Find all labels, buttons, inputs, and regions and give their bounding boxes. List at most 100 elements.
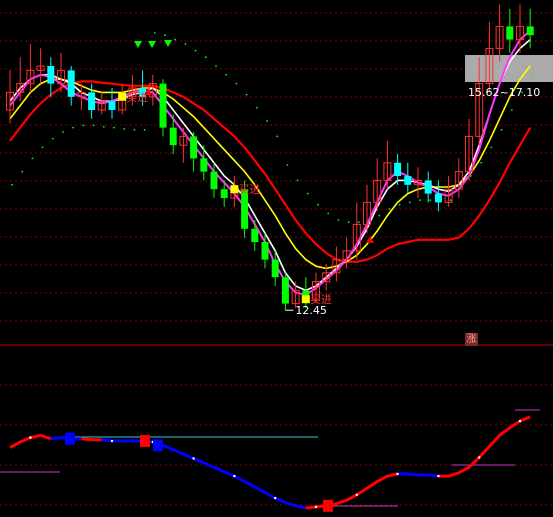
- sar-dot: [51, 137, 54, 140]
- sar-dot: [398, 203, 401, 206]
- sar-dot: [378, 214, 381, 217]
- sar-dot: [255, 106, 258, 109]
- sar-dot: [72, 126, 75, 129]
- sar-dot: [531, 73, 534, 76]
- sar-dot: [500, 128, 503, 131]
- chart-canvas: 买进 买进 买进 12.45 15.62~17.10 涨: [0, 0, 553, 517]
- sar-dot: [449, 199, 452, 202]
- indicator-dot: [518, 419, 522, 423]
- sar-dot: [225, 73, 228, 76]
- candle-body: [108, 101, 116, 110]
- buy-label: 买进: [238, 183, 260, 196]
- candle-body: [404, 176, 412, 185]
- candle-body: [434, 193, 442, 203]
- sar-dot: [204, 56, 207, 59]
- candle-body: [394, 162, 402, 176]
- sar-dot: [133, 128, 136, 131]
- sar-dot: [286, 164, 289, 166]
- sar-dot: [62, 131, 64, 133]
- buy-label: 买进: [126, 91, 148, 104]
- sar-dot: [296, 179, 299, 182]
- sar-dot: [480, 161, 483, 164]
- candle-body: [251, 228, 259, 242]
- indicator-dot: [274, 496, 277, 500]
- range-label: 15.62~17.10: [468, 86, 540, 99]
- ma-magenta-line: [9, 30, 531, 296]
- candle-body: [88, 92, 96, 110]
- sar-dot: [153, 32, 156, 34]
- candle-body: [67, 70, 75, 97]
- indicator-block: [140, 434, 150, 447]
- indicator-block: [65, 432, 75, 445]
- candle-body: [220, 189, 228, 198]
- sar-dot: [194, 49, 197, 52]
- sar-dot: [92, 124, 95, 127]
- indicator-dot: [396, 472, 399, 476]
- candle-body: [281, 277, 289, 304]
- sar-dot: [429, 199, 432, 202]
- sar-dot: [347, 221, 350, 224]
- buy-marker: [301, 295, 310, 304]
- indicator-segment: [438, 415, 531, 478]
- sar-dot: [113, 126, 115, 129]
- sar-dot: [184, 43, 187, 45]
- candle-body: [506, 26, 514, 40]
- sar-dot: [317, 203, 319, 206]
- indicator-segment: [81, 437, 102, 442]
- candle-body: [47, 66, 55, 84]
- sar-dot: [327, 212, 330, 215]
- sar-dot: [11, 183, 13, 186]
- candle-body: [424, 180, 432, 194]
- candle-body: [210, 171, 218, 190]
- signal-triangle: [148, 41, 156, 48]
- indicator-dot: [110, 439, 114, 443]
- sar-dot: [143, 128, 146, 131]
- sar-dot: [21, 170, 24, 173]
- buy-marker: [118, 92, 127, 101]
- indicator-block: [153, 439, 163, 452]
- ma-red-line: [9, 80, 532, 263]
- candle-body: [159, 83, 167, 128]
- sar-dot: [215, 65, 217, 67]
- sar-dot: [235, 82, 238, 85]
- sar-dot: [388, 208, 391, 210]
- sar-dot: [419, 199, 421, 202]
- sar-dot: [357, 221, 360, 224]
- sar-dot: [266, 120, 268, 122]
- sar-dot: [490, 146, 493, 149]
- indicator-segment: [397, 472, 439, 478]
- indicator-dot: [29, 436, 32, 439]
- candle-body: [190, 136, 198, 159]
- buy-marker: [230, 185, 239, 194]
- candle-body: [261, 242, 269, 260]
- sar-dot: [306, 192, 309, 195]
- kline-chart: 买进买进买进12.4515.62~17.10: [0, 4, 553, 512]
- indicator-dot: [437, 474, 440, 478]
- candle-body: [526, 26, 534, 36]
- signal-triangle: [164, 40, 172, 47]
- indicator-block: [323, 499, 333, 512]
- sar-dot: [276, 135, 279, 138]
- indicator-dot: [314, 505, 318, 509]
- indicator-segment: [305, 472, 398, 510]
- sar-dot: [102, 125, 105, 128]
- indicator-dot: [478, 456, 481, 459]
- sar-dot: [31, 157, 34, 160]
- sar-dot: [337, 219, 340, 221]
- indicator-dot: [355, 493, 358, 496]
- low-price-label: 12.45: [295, 304, 327, 317]
- indicator-dot: [192, 457, 195, 460]
- sar-dot: [174, 38, 177, 41]
- signal-triangle: [134, 41, 142, 48]
- sar-dot: [82, 124, 85, 127]
- sar-dot: [510, 109, 513, 111]
- indicator-dot: [233, 474, 236, 478]
- sar-dot: [245, 93, 248, 96]
- sar-dot: [408, 201, 411, 204]
- candle-body: [200, 158, 208, 172]
- sar-dot: [164, 34, 166, 37]
- candle-body: [271, 259, 279, 278]
- candle-body: [169, 127, 177, 146]
- sar-dot: [123, 128, 126, 130]
- sar-dot: [41, 146, 44, 149]
